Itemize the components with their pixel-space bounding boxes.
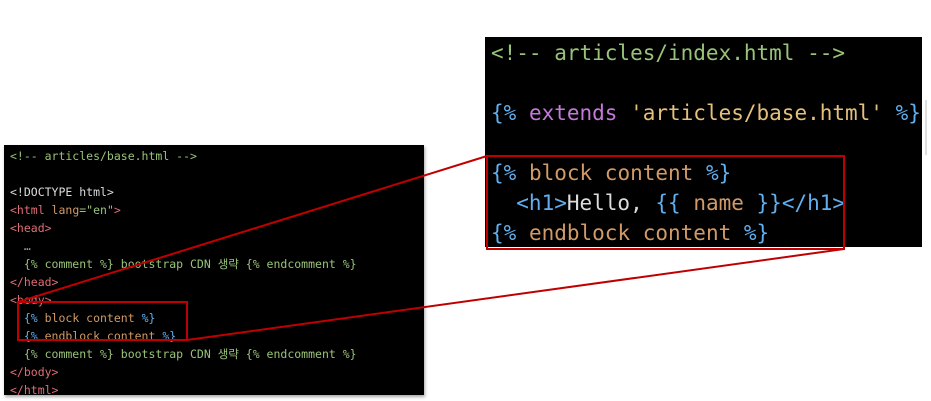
index-code-line: <!-- articles/index.html --> [491,38,845,68]
code-token: <!-- articles/base.html --> [10,149,197,163]
code-token: lang [51,203,80,217]
base-code-line: {% endblock content %} [10,327,176,345]
code-token: endblock content [528,221,732,245]
base-code-line: <!DOCTYPE html> [10,183,114,201]
code-token: </h1> [781,191,846,215]
index-html-code-panel: <!-- articles/index.html --> {% extends '… [485,37,922,247]
code-token: {% [491,101,529,125]
code-token: <h1> [491,191,567,215]
base-code-line: {% block content %} [10,309,156,327]
code-token: {% [10,329,45,343]
code-token: block content [44,311,135,325]
code-token: name [693,191,744,215]
code-token: %} [134,311,156,325]
code-token: > [113,203,121,217]
code-token: </html> [10,383,59,397]
code-token: {% [491,161,529,185]
code-token: }} [743,191,782,215]
base-code-line: <html lang="en"> [10,201,121,219]
index-code-line: {% extends 'articles/base.html' %} [491,98,921,128]
code-token: ="en" [79,203,114,217]
code-token: <body> [10,293,52,307]
code-token: <html [10,203,52,217]
base-code-line: <!-- articles/base.html --> [10,147,197,165]
code-token: </body> [10,365,59,379]
code-token: … [10,239,31,253]
code-token: <head> [10,221,52,235]
code-token: %} [731,221,770,245]
index-code-line: <h1>Hello, {{ name }}</h1> [491,188,845,218]
code-token: {% comment %} bootstrap CDN 생략 {% endcom… [10,347,357,361]
base-code-line: </head> [10,273,58,291]
code-token: </head> [10,275,59,289]
edge-divider [925,100,927,155]
base-code-line: </html> [10,381,58,399]
code-token: %} [882,101,921,125]
base-code-line: {% comment %} bootstrap CDN 생략 {% endcom… [10,255,357,273]
index-code-line: {% endblock content %} [491,218,769,248]
code-token: extends [528,101,631,125]
code-token: Hello, [566,191,656,215]
code-token: {% comment %} bootstrap CDN 생략 {% endcom… [10,257,357,271]
code-token: {% [10,311,45,325]
base-code-line: <body> [10,291,52,309]
index-code-line: {% block content %} [491,158,731,188]
code-token: 'articles/base.html' [630,101,883,125]
code-token: block content [528,161,694,185]
code-token: %} [155,329,177,343]
code-token: %} [693,161,732,185]
code-token: endblock content [44,329,156,343]
code-token: {{ [655,191,694,215]
base-code-line: </body> [10,363,58,381]
base-html-code-panel: <!-- articles/base.html --> <!DOCTYPE htm… [4,145,424,397]
code-token: {% [491,221,529,245]
code-token: <!-- articles/index.html --> [491,41,846,65]
code-token: <!DOCTYPE html> [10,185,114,199]
base-code-line: … [10,237,31,255]
base-code-line: <head> [10,219,52,237]
base-code-line: {% comment %} bootstrap CDN 생략 {% endcom… [10,345,357,363]
